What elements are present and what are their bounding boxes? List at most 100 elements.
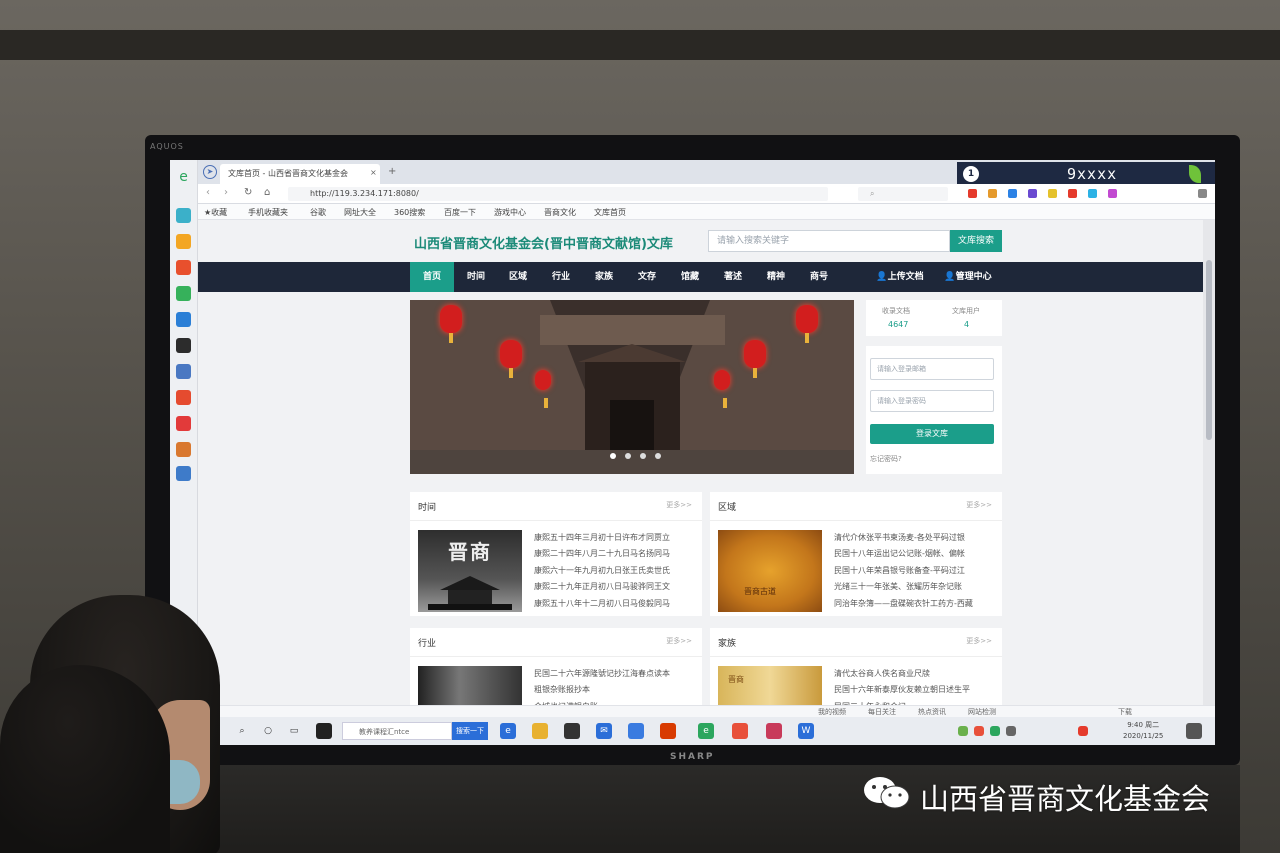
list-item[interactable]: 民国二十六年源隆號记抄江海春点读本 <box>534 666 670 682</box>
app-icon[interactable] <box>766 723 782 739</box>
toolbar-icon[interactable] <box>1088 189 1097 198</box>
carousel-dot[interactable] <box>640 453 647 459</box>
nav-item-admin[interactable]: 👤管理中心 <box>938 262 998 292</box>
bookmark-item[interactable]: 百度一下 <box>444 207 476 218</box>
page-scrollbar[interactable] <box>1203 220 1215 710</box>
notification-badge[interactable]: 1 <box>963 166 979 182</box>
bookmark-item[interactable]: 360搜索 <box>394 207 425 218</box>
star-icon[interactable] <box>176 234 191 249</box>
toolbar-icon[interactable] <box>968 189 977 198</box>
scrollbar-thumb[interactable] <box>1206 260 1212 440</box>
app-icon[interactable] <box>316 723 332 739</box>
bookmark-item[interactable]: 游戏中心 <box>494 207 526 218</box>
notification-icon[interactable] <box>1186 723 1202 739</box>
list-item[interactable]: 康熙二十九年正月初八日马骏骅同王文 <box>534 579 670 595</box>
nav-item-archive[interactable]: 文存 <box>627 262 667 292</box>
nav-item-home[interactable]: 首页 <box>410 262 454 292</box>
forward-icon[interactable]: › <box>224 187 228 198</box>
site-search-button[interactable]: 文库搜索 <box>950 230 1002 252</box>
browser-search-input[interactable]: ⌕ <box>858 187 948 201</box>
status-item[interactable]: 每日关注 <box>868 707 896 717</box>
refresh-icon[interactable]: ↻ <box>244 187 252 198</box>
new-tab-icon[interactable]: + <box>388 166 396 177</box>
list-item[interactable]: 民国十八年荣昌银号账备查-平码过江 <box>834 563 973 579</box>
toolbar-icon[interactable] <box>1048 189 1057 198</box>
list-item[interactable]: 清代介休张平书柬汤麦-各处平码过银 <box>834 530 973 546</box>
card-title[interactable]: 时间 <box>418 500 436 513</box>
tab-active[interactable]: 文库首页 - 山西省晋商文化基金会 <box>220 164 380 184</box>
bookmark-item[interactable]: 手机收藏夹 <box>248 207 288 218</box>
site-title[interactable]: 山西省晋商文化基金会(晋中晋商文献馆)文库 <box>414 233 673 252</box>
bookmark-item[interactable]: 谷歌 <box>310 207 326 218</box>
bookmark-item[interactable]: ★收藏 <box>204 207 227 218</box>
nav-item-spirit[interactable]: 精神 <box>756 262 796 292</box>
browser-logo-icon[interactable]: e <box>176 170 191 185</box>
sidebar-app-icon[interactable] <box>176 390 191 405</box>
office-icon[interactable] <box>660 723 676 739</box>
store-icon[interactable] <box>564 723 580 739</box>
task-view-icon[interactable]: ▭ <box>286 723 302 739</box>
card-title[interactable]: 区域 <box>718 500 736 513</box>
card-thumbnail[interactable]: 晋商 <box>418 530 522 612</box>
carousel-dot[interactable] <box>655 453 662 459</box>
tray-icon[interactable] <box>1078 726 1088 736</box>
email-field[interactable]: 请输入登录邮箱 <box>870 358 994 380</box>
app-icon[interactable] <box>628 723 644 739</box>
status-item[interactable]: 网站检测 <box>968 707 996 717</box>
tray-icon[interactable] <box>990 726 1000 736</box>
card-thumbnail[interactable]: 晋商 <box>718 666 822 710</box>
site-search-input[interactable]: 请输入搜索关键字 <box>708 230 950 252</box>
back-icon[interactable]: ‹ <box>206 187 210 198</box>
list-item[interactable]: 康熙二十四年八月二十九日马名扬同马 <box>534 546 670 562</box>
search-icon[interactable]: ⌕ <box>234 723 250 739</box>
password-field[interactable]: 请输入登录密码 <box>870 390 994 412</box>
list-item[interactable]: 康熙五十四年三月初十日许布才同贾立 <box>534 530 670 546</box>
toolbar-icon[interactable] <box>1028 189 1037 198</box>
carousel-dot[interactable] <box>625 453 632 459</box>
status-item[interactable]: 热点资讯 <box>918 707 946 717</box>
nav-item-works[interactable]: 著述 <box>713 262 753 292</box>
sidebar-app-icon[interactable] <box>176 312 191 327</box>
bookmark-item[interactable]: 文库首页 <box>594 207 626 218</box>
toolbar-icon[interactable] <box>1108 189 1117 198</box>
card-thumbnail[interactable]: 晋商古道 <box>718 530 822 612</box>
carousel-dot[interactable] <box>610 453 616 459</box>
status-item[interactable]: 我的视频 <box>818 707 846 717</box>
cortana-icon[interactable]: ○ <box>260 723 276 739</box>
folder-icon[interactable] <box>532 723 548 739</box>
list-item[interactable]: 粗银杂账报抄本 <box>534 682 670 698</box>
list-item[interactable]: 民国十六年新泰厚伙友赖立朝日述生平 <box>834 682 970 698</box>
toolbar-icon[interactable] <box>1068 189 1077 198</box>
card-more-link[interactable]: 更多>> <box>666 500 692 510</box>
toolbar-icon[interactable] <box>988 189 997 198</box>
home-icon[interactable]: ⌂ <box>264 187 270 198</box>
card-thumbnail[interactable] <box>418 666 522 710</box>
mail-icon[interactable]: ✉ <box>596 723 612 739</box>
nav-item-firms[interactable]: 商号 <box>799 262 839 292</box>
leaf-icon[interactable] <box>1189 165 1201 183</box>
tray-icon[interactable] <box>1006 726 1016 736</box>
tray-icon[interactable] <box>974 726 984 736</box>
login-button[interactable]: 登录文库 <box>870 424 994 444</box>
taskbar-search-input[interactable]: 教养课程汇ntce <box>342 722 452 740</box>
list-item[interactable]: 康熙六十一年九月初九日张王氏卖世氏 <box>534 563 670 579</box>
banner-carousel[interactable] <box>410 300 854 474</box>
bookmark-item[interactable]: 晋商文化 <box>544 207 576 218</box>
nav-item-industry[interactable]: 行业 <box>541 262 581 292</box>
sidebar-app-icon[interactable] <box>176 286 191 301</box>
weibo-icon[interactable] <box>176 260 191 275</box>
app-icon[interactable] <box>732 723 748 739</box>
status-item[interactable]: 下载 <box>1118 707 1132 717</box>
app-icon[interactable]: W <box>798 723 814 739</box>
edge-icon[interactable]: e <box>500 723 516 739</box>
sidebar-app-icon[interactable] <box>176 364 191 379</box>
tray-icon[interactable] <box>958 726 968 736</box>
taskbar-search-button[interactable]: 搜索一下 <box>452 722 488 740</box>
taskbar-clock[interactable]: 9:40 周二 2020/11/25 <box>1123 720 1163 742</box>
sidebar-app-icon[interactable] <box>176 416 191 431</box>
nav-item-collection[interactable]: 馆藏 <box>670 262 710 292</box>
tab-close-icon[interactable]: × <box>370 168 377 177</box>
sidebar-app-icon[interactable] <box>176 338 191 353</box>
url-input[interactable]: http://119.3.234.171:8080/ <box>288 187 828 201</box>
forgot-password-link[interactable]: 忘记密码? <box>870 454 902 464</box>
